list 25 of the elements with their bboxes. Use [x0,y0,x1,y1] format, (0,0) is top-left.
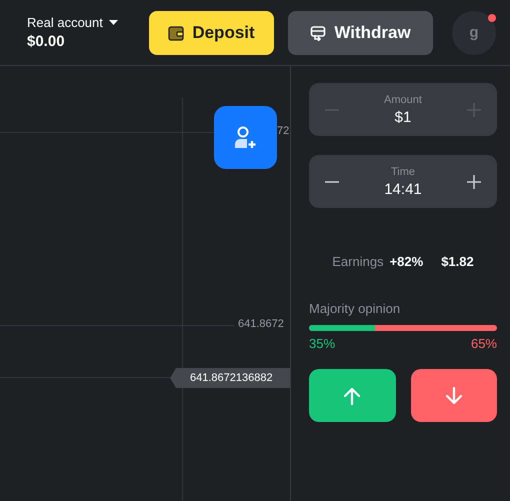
add-user-icon [232,126,258,150]
balance-amount: $0.00 [27,33,66,50]
withdraw-button[interactable]: Withdraw [288,10,433,54]
field-label: Time [390,166,416,178]
down-percent: 65% [470,336,497,351]
deposit-button[interactable]: Deposit [149,10,274,54]
earnings-amount: $1.82 [441,254,474,269]
field-value[interactable]: 14:41 [384,180,422,198]
up-percent: 35% [309,336,336,351]
down-button[interactable] [410,369,497,422]
down-arrow-icon [444,386,464,406]
up-arrow-icon [342,386,362,406]
account-label[interactable]: Real account [27,15,103,30]
price-label: 641.8672 [238,318,284,330]
wallet-icon [168,24,184,40]
stepper-field[interactable]: Time 14:41 [309,155,497,208]
caret-icon[interactable] [108,20,118,26]
transfer-icon [310,24,326,40]
field-label: Amount [384,94,422,106]
add-user-button[interactable] [214,106,277,169]
current-price-tag: 641.8672136882 [170,368,290,388]
majority-title: Majority opinion [309,301,402,316]
earnings-label: Earnings [332,254,384,269]
earnings-percent: +82% [390,254,424,269]
price-label: 72 [277,125,290,137]
